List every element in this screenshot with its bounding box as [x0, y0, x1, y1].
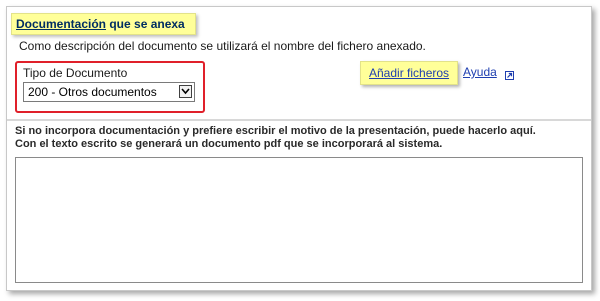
section-divider [7, 119, 591, 121]
add-files-button[interactable]: Añadir ficheros [360, 61, 459, 85]
instruction-line-1: Si no incorpora documentación y prefiere… [15, 125, 536, 137]
document-type-highlight: Tipo de Documento 200 - Otros documentos [15, 61, 205, 113]
document-type-selected-value: 200 - Otros documentos [28, 85, 157, 99]
help-link[interactable]: Ayuda [463, 65, 497, 79]
external-link-icon[interactable] [505, 67, 514, 80]
document-attachment-panel: Documentación que se anexa Como descripc… [6, 6, 592, 291]
description-text: Como descripción del documento se utiliz… [19, 39, 426, 53]
document-type-label: Tipo de Documento [23, 66, 128, 80]
reason-textarea[interactable] [15, 157, 583, 283]
chevron-down-icon[interactable] [179, 85, 192, 98]
section-title-prefix: Documentación [16, 17, 107, 31]
instruction-line-2: Con el texto escrito se generará un docu… [15, 138, 443, 150]
document-type-select[interactable]: 200 - Otros documentos [23, 82, 195, 102]
section-title: Documentación que se anexa [11, 13, 196, 35]
section-title-rest: que se anexa [106, 17, 185, 31]
free-text-instructions: Si no incorpora documentación y prefiere… [15, 125, 536, 151]
